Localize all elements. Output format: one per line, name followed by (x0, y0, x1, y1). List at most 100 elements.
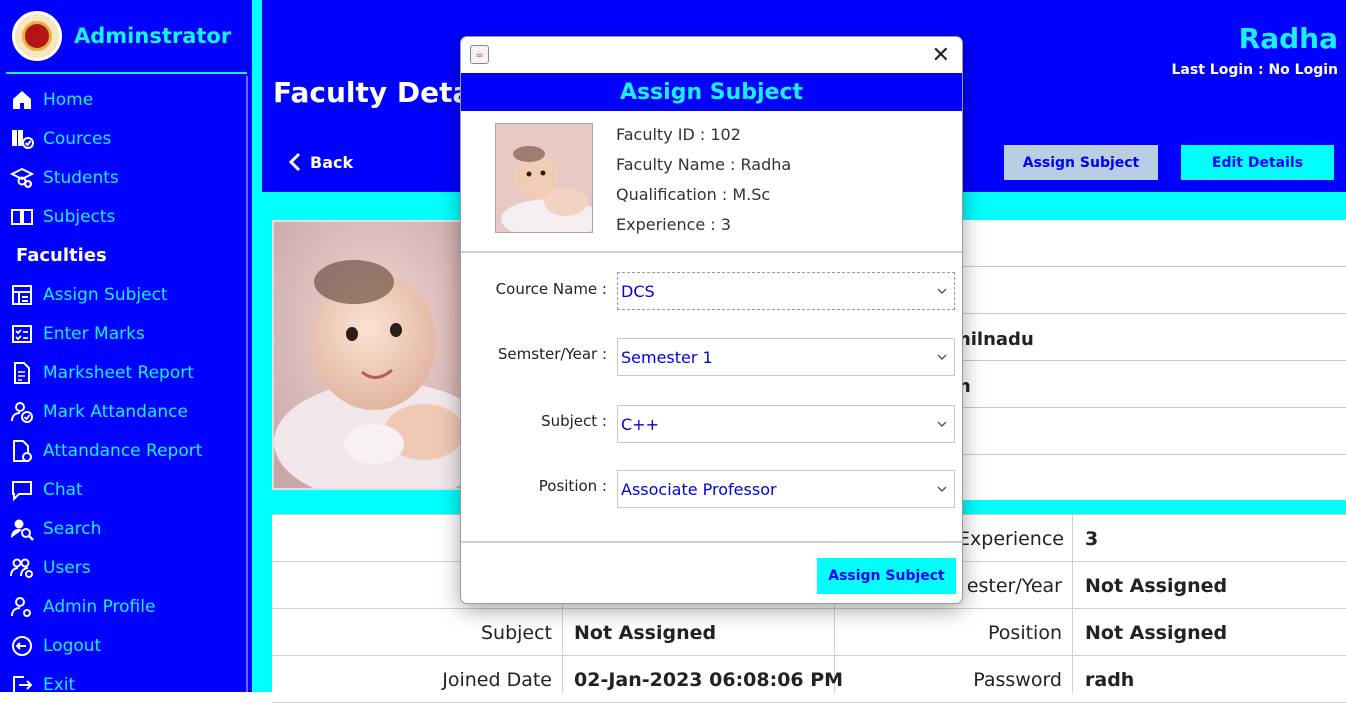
mark-attendance-icon (11, 401, 33, 423)
baby-photo-image (274, 222, 470, 488)
user-name: Radha (1238, 22, 1338, 55)
sidebar-item-mark-attandance[interactable]: Mark Attandance (6, 392, 246, 431)
search-icon (11, 519, 34, 541)
sidebar-item-label: Attandance Report (43, 440, 203, 461)
info-divider (952, 313, 1346, 314)
sidebar-item-label: Mark Attandance (43, 401, 188, 422)
sidebar-item-admin-profile[interactable]: Admin Profile (6, 587, 246, 626)
info-state-value: milnadu (952, 329, 1034, 350)
sidebar-item-label: Enter Marks (43, 323, 145, 344)
edit-details-button[interactable]: Edit Details (1181, 145, 1334, 180)
brand-title: Adminstrator (74, 24, 232, 48)
sidebar-item-label: Chat (43, 479, 83, 500)
back-label: Back (310, 152, 354, 172)
enter-marks-icon (12, 324, 32, 343)
dialog-title: Assign Subject (461, 73, 962, 111)
home-icon (13, 90, 31, 109)
position-select[interactable]: Associate Professor (617, 470, 955, 508)
position-value: Associate Professor (621, 479, 777, 499)
courses-icon (12, 129, 34, 149)
subjects-icon (11, 208, 33, 225)
dialog-divider (461, 541, 962, 543)
sidebar-item-label: Logout (43, 635, 102, 656)
sidebar-item-enter-marks[interactable]: Enter Marks (6, 314, 246, 353)
sidebar-item-label: Cources (43, 128, 112, 149)
sidebar-item-logout[interactable]: Logout (6, 626, 246, 665)
sidebar-item-assign-subject[interactable]: Assign Subject (6, 275, 246, 314)
close-icon[interactable]: ✕ (932, 43, 950, 68)
sidebar-item-home[interactable]: Home (6, 80, 246, 119)
sidebar-section-label: Faculties (16, 245, 107, 266)
assign-subject-button[interactable]: Assign Subject (1004, 145, 1158, 180)
table-label: Subject (480, 621, 552, 644)
faculty-photo (272, 220, 472, 490)
semester-label: Semster/Year : (497, 345, 607, 363)
table-value: Not Assigned (574, 621, 717, 644)
info-divider (952, 360, 1346, 361)
faculty-qualification: Qualification : M.Sc (616, 185, 771, 204)
subject-value: C++ (621, 414, 659, 434)
sidebar-item-label: Search (43, 518, 102, 539)
table-row: Subject Not Assigned Position Not Assign… (272, 609, 1346, 656)
sidebar-item-label: Students (43, 167, 119, 188)
info-divider (952, 454, 1346, 455)
admin-profile-icon (11, 596, 31, 617)
sidebar-item-users[interactable]: Users (6, 548, 246, 587)
sidebar-item-subjects[interactable]: Subjects (6, 197, 246, 236)
table-value: radh (1085, 668, 1135, 691)
chat-icon (12, 480, 32, 501)
sidebar-item-attandance-report[interactable]: Attandance Report (6, 431, 246, 470)
subject-select[interactable]: C++ (617, 405, 955, 443)
info-divider (952, 266, 1346, 267)
sidebar-item-chat[interactable]: Chat (6, 470, 246, 509)
sidebar-item-students[interactable]: Students (6, 158, 246, 197)
dialog-titlebar: ☕ ✕ (461, 37, 962, 73)
sidebar-gap (252, 0, 262, 692)
chevron-down-icon (937, 354, 947, 360)
sidebar-item-label: Users (43, 557, 91, 578)
exit-icon (13, 675, 33, 694)
cource-name-label: Cource Name : (495, 280, 607, 298)
sidebar-item-label: Assign Subject (43, 284, 168, 305)
table-label: Password (973, 668, 1062, 691)
faculty-info-panel: milnadu m 3 (952, 220, 1346, 500)
sidebar-item-label: Home (43, 89, 94, 110)
chevron-down-icon (937, 421, 947, 427)
table-label: Joined Date (442, 668, 552, 691)
sidebar-nav: Home Cources Students Subjects Faculties… (6, 80, 246, 704)
sidebar-item-label: Admin Profile (43, 596, 156, 617)
chevron-left-icon (288, 152, 301, 172)
dialog-assign-subject-button[interactable]: Assign Subject (817, 558, 956, 594)
page-title: Faculty Detail (273, 76, 491, 109)
faculty-thumbnail (495, 123, 593, 233)
semester-value: Semester 1 (621, 347, 713, 367)
cource-name-value: DCS (621, 281, 655, 301)
sidebar: Adminstrator Home Cources Students Subje… (0, 0, 252, 695)
baby-thumbnail-image (496, 124, 592, 232)
java-app-icon: ☕ (470, 45, 489, 64)
assign-subject-dialog: ☕ ✕ Assign Subject Faculty ID : 102 Facu… (460, 36, 963, 604)
sidebar-item-cources[interactable]: Cources (6, 119, 246, 158)
brand: Adminstrator (12, 10, 231, 62)
back-button[interactable]: Back (288, 152, 353, 172)
subject-label: Subject : (541, 412, 607, 430)
assign-subject-icon (12, 284, 32, 305)
college-logo (12, 11, 62, 61)
students-icon (10, 167, 34, 188)
faculty-id: Faculty ID : 102 (616, 125, 741, 144)
table-value: 02-Jan-2023 06:08:06 PM (574, 668, 844, 691)
sidebar-item-search[interactable]: Search (6, 509, 246, 548)
semester-select[interactable]: Semester 1 (617, 338, 955, 376)
sidebar-item-exit[interactable]: Exit (6, 665, 246, 704)
table-value: 3 (1085, 527, 1099, 550)
info-divider (952, 407, 1346, 408)
chevron-down-icon (937, 486, 947, 492)
sidebar-item-marksheet-report[interactable]: Marksheet Report (6, 353, 246, 392)
table-label: Position (988, 621, 1062, 644)
sidebar-border (246, 76, 248, 692)
dialog-divider (461, 251, 962, 253)
sidebar-section-faculties: Faculties (6, 236, 246, 275)
faculty-name: Faculty Name : Radha (616, 155, 792, 174)
last-login: Last Login : No Login (1171, 62, 1338, 78)
cource-name-select[interactable]: DCS (617, 272, 955, 310)
